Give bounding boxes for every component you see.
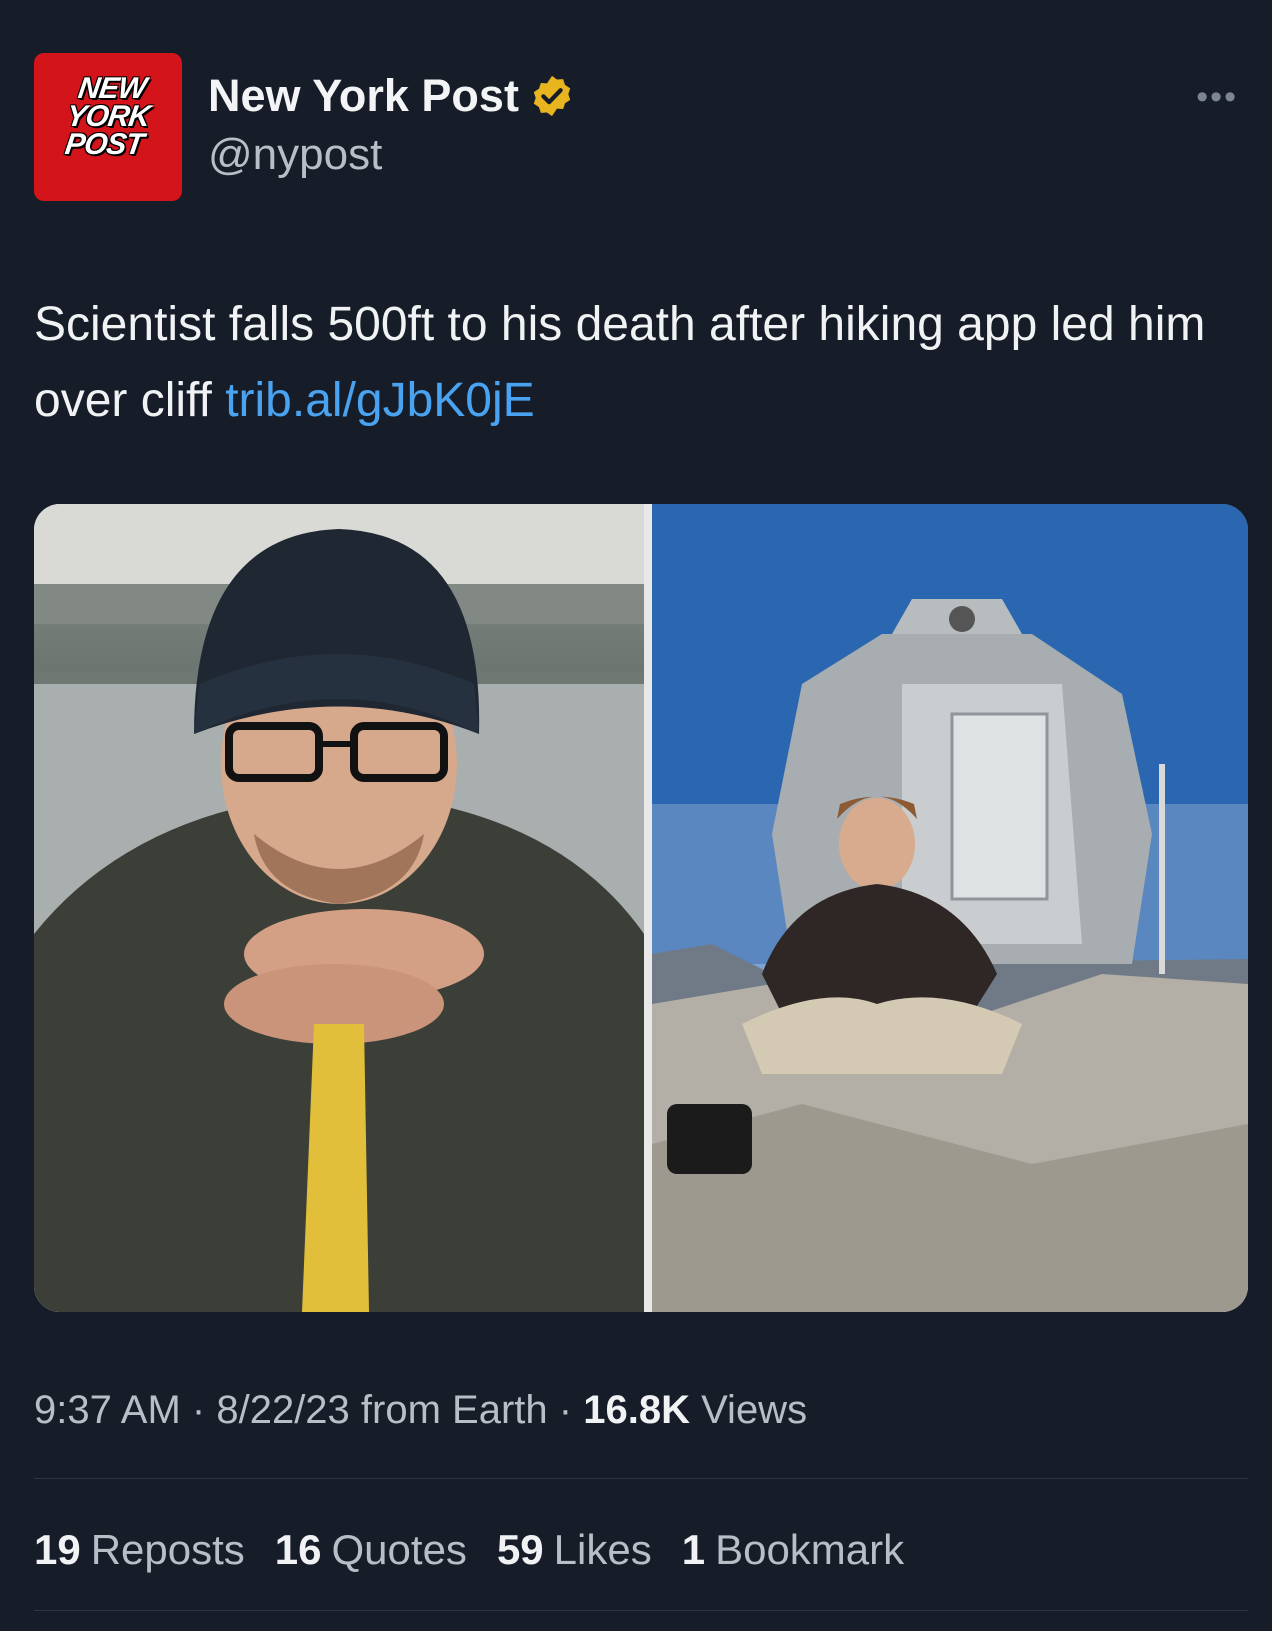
- views-count: 16.8K: [583, 1388, 690, 1432]
- photo-man-by-hut[interactable]: [652, 504, 1248, 1312]
- meta-separator: ·: [558, 1388, 573, 1432]
- tweet-text: Scientist falls 500ft to his death after…: [34, 287, 1244, 439]
- quotes-count: 16: [274, 1526, 322, 1573]
- reposts-stat[interactable]: 19 Reposts: [34, 1526, 245, 1574]
- bookmarks-count: 1: [681, 1526, 706, 1573]
- verified-badge-icon: [533, 75, 571, 117]
- reposts-label: Reposts: [90, 1526, 245, 1573]
- likes-count: 59: [496, 1526, 544, 1573]
- author-name-row[interactable]: New York Post: [208, 70, 575, 122]
- photo-left-illustration: [34, 504, 644, 1312]
- tweet-meta: 9:37 AM · 8/22/23 from Earth · 16.8K Vie…: [34, 1388, 807, 1433]
- divider: [34, 1478, 1248, 1479]
- more-icon[interactable]: •••: [1196, 78, 1238, 117]
- quotes-label: Quotes: [331, 1526, 467, 1573]
- likes-label: Likes: [553, 1526, 652, 1573]
- tweet-time[interactable]: 9:37 AM: [34, 1388, 181, 1432]
- meta-separator: ·: [191, 1388, 206, 1432]
- likes-stat[interactable]: 59 Likes: [497, 1526, 652, 1574]
- photo-right-illustration: [652, 504, 1248, 1312]
- tweet-date-source: 8/22/23 from Earth: [216, 1388, 548, 1432]
- engagement-stats: 19 Reposts 16 Quotes 59 Likes 1 Bookmark: [34, 1526, 904, 1574]
- author-name[interactable]: New York Post: [208, 70, 519, 122]
- tweet-body: Scientist falls 500ft to his death after…: [34, 298, 1206, 427]
- photo-man-in-beanie[interactable]: [34, 504, 644, 1312]
- reposts-count: 19: [34, 1526, 81, 1573]
- views-label: Views: [701, 1388, 808, 1432]
- quotes-stat[interactable]: 16 Quotes: [275, 1526, 467, 1574]
- media-grid[interactable]: [34, 504, 1248, 1312]
- nypost-logo: NEW YORK POST: [62, 72, 152, 161]
- avatar[interactable]: NEW YORK POST: [34, 53, 182, 201]
- divider: [34, 1610, 1248, 1611]
- bookmarks-label: Bookmark: [715, 1526, 905, 1573]
- tweet-link[interactable]: trib.al/gJbK0jE: [225, 374, 535, 427]
- bookmarks-stat[interactable]: 1 Bookmark: [682, 1526, 904, 1574]
- author-handle[interactable]: @nypost: [208, 130, 382, 180]
